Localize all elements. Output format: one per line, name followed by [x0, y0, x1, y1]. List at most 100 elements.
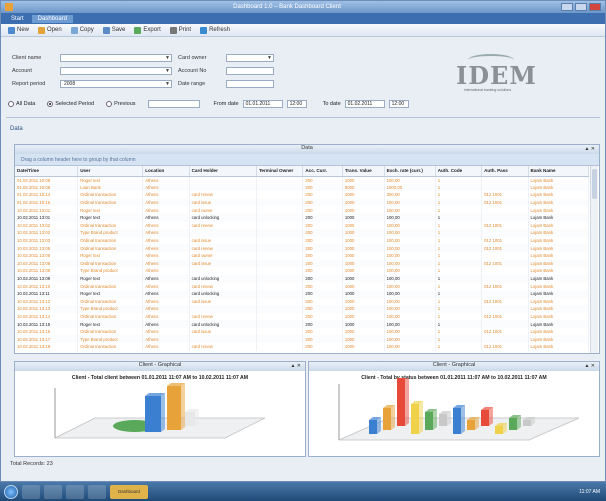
period-input[interactable] [147, 100, 200, 108]
table-cell [481, 320, 529, 328]
table-row[interactable]: 10.02.2011 13:17 Type Brand product Athens… [15, 335, 590, 344]
table-row[interactable]: 10.02.2011 13:13 Type Brand product Athens… [15, 305, 590, 313]
scroll-thumb[interactable] [592, 169, 597, 199]
table-cell: 10.02.2011 13:06 [15, 251, 79, 260]
table-row[interactable]: 10.02.2011 13:09 Roger text Athens card unl… [15, 274, 590, 283]
bar-2-side [405, 378, 409, 426]
table-row[interactable]: 10.02.2011 13:05 Ordinal transaction Athen… [15, 244, 590, 252]
table-cell: 10.02.2011 13:03 [15, 236, 79, 245]
table-row[interactable]: 10.02.2011 13:02 Ordinal transaction Athen… [15, 221, 590, 230]
panel-controls-icon[interactable]: ▲ ✕ [584, 363, 595, 369]
column-header[interactable]: Auth. Pass [481, 166, 529, 177]
table-row[interactable]: 10.02.2011 13:08 Ordinal transaction Athen… [15, 259, 590, 268]
column-header[interactable]: Terminal Owner [256, 166, 304, 177]
account-no-field[interactable] [226, 67, 274, 75]
account-select[interactable]: ▼ [60, 67, 172, 75]
toolbar-button-refresh[interactable]: Refresh [197, 26, 233, 34]
group-by-bar[interactable]: Drag a column header here to group by th… [15, 154, 599, 166]
maximize-button[interactable] [575, 3, 587, 11]
table-cell: 1000 [342, 297, 385, 306]
breadcrumb[interactable]: Data [10, 126, 23, 132]
window-title: Dashboard 1.0 – Bank Dashboard Client [233, 4, 341, 10]
table-row[interactable]: 10.02.2011 13:02 Type Brand product Athens… [15, 229, 590, 237]
table-row[interactable]: 10.02.2011 13:03 Ordinal transaction Athen… [15, 236, 590, 245]
title-bar: Dashboard 1.0 – Bank Dashboard Client [1, 1, 605, 13]
panel-controls-icon[interactable]: ▲ ✕ [584, 146, 595, 152]
close-button[interactable] [589, 3, 601, 11]
table-cell: 1000 [342, 305, 385, 313]
start-button[interactable] [4, 484, 18, 499]
menu-tab-dashboard[interactable]: Dashboard [31, 14, 74, 23]
toolbar-button-save[interactable]: Save [100, 26, 129, 34]
table-cell: Roger text [77, 274, 144, 283]
table-row[interactable]: 10.02.2011 13:08 Type Brand product Athens… [15, 267, 590, 275]
radio-all-data[interactable]: All Data [8, 101, 35, 107]
bar-5 [439, 414, 447, 426]
client-name-select[interactable]: ▼ [60, 54, 172, 62]
column-header[interactable]: Date/Time [15, 166, 79, 177]
toolbar-button-print[interactable]: Print [167, 26, 194, 34]
table-cell [481, 335, 529, 344]
table-cell: Lojam Bank [528, 206, 590, 214]
table-cell: Lojam Bank [528, 297, 590, 306]
table-row[interactable]: 10.02.2011 13:10 Ordinal transaction Athen… [15, 282, 590, 290]
taskbar-app-icon[interactable] [66, 484, 84, 499]
column-header[interactable]: User [77, 166, 144, 177]
taskbar-app-icon[interactable] [22, 484, 40, 499]
table-cell: 1 [435, 259, 483, 268]
from-date-picker[interactable]: 01.01.2011 [242, 100, 283, 108]
table-row[interactable]: 10.02.2011 13:18 Ordinal transaction Athen… [15, 343, 590, 351]
toolbar-button-export[interactable]: Export [131, 26, 163, 34]
minimize-button[interactable] [561, 3, 573, 11]
table-cell: Athens [142, 213, 190, 222]
table-cell: Ordinal transaction [77, 198, 144, 207]
table-row[interactable]: 10.02.2011 13:01 Roger text Athens card unl… [15, 213, 590, 222]
column-header[interactable]: Location [142, 166, 190, 177]
taskbar-app-icon[interactable] [88, 484, 106, 499]
table-cell: card owner [189, 251, 257, 260]
table-cell: 1 [435, 221, 483, 230]
table-row[interactable]: 10.02.2011 13:06 Roger text Athens card own… [15, 251, 590, 260]
to-time-picker[interactable]: 12:00 [388, 100, 409, 108]
date-range-field[interactable] [226, 80, 274, 88]
column-header[interactable]: Trans. Value [342, 166, 385, 177]
vertical-scrollbar[interactable] [590, 166, 598, 353]
table-row[interactable]: 01.02.2011 10:15 Ordinal transaction Athen… [15, 198, 590, 207]
table-cell: 200 [302, 282, 343, 290]
table-row[interactable]: 10.02.2011 13:14 Ordinal transaction Athen… [15, 312, 590, 321]
radio-selected-period[interactable]: Selected Period [47, 101, 94, 107]
column-header[interactable]: Auth. Code [435, 166, 483, 177]
table-cell: 01.02.2011 10:08 [15, 176, 79, 184]
table-row[interactable]: 01.02.2011 10:08 Loan Bank Athens 200 5000 10… [15, 183, 590, 192]
table-row[interactable]: 10.02.2011 13:12 Ordinal transaction Athen… [15, 297, 590, 306]
toolbar-button-new[interactable]: New [5, 26, 32, 34]
column-header[interactable]: Bank Name [528, 166, 590, 177]
table-cell: card renew [189, 221, 257, 230]
table-cell: Lojam Bank [528, 176, 590, 184]
table-row[interactable]: 01.02.2011 10:08 Roger text Athens 200 1000 1… [15, 176, 590, 184]
copy-icon [70, 26, 78, 34]
table-row[interactable]: 10.02.2011 13:01 Roger text Athens card own… [15, 206, 590, 214]
column-header[interactable]: Card Holder [189, 166, 257, 177]
column-header[interactable]: Acc. Curr. [302, 166, 343, 177]
table-row[interactable]: 01.02.2011 10:14 Ordinal transaction Athen… [15, 191, 590, 199]
taskbar-active-app[interactable]: Dashboard [110, 484, 148, 499]
radio-previous[interactable]: Previous [106, 101, 136, 107]
menu-tab-start[interactable]: Start [5, 15, 30, 23]
toolbar-button-copy[interactable]: Copy [68, 26, 97, 34]
card-owner-select[interactable]: ▼ [226, 54, 274, 62]
table-cell: 1000 [342, 176, 385, 184]
table-cell [189, 183, 257, 192]
table-row[interactable]: 10.02.2011 13:16 Ordinal transaction Athen… [15, 327, 590, 336]
taskbar-app-icon[interactable] [44, 484, 62, 499]
column-header[interactable]: Exch. rate (curr.) [384, 166, 436, 177]
toolbar-button-open[interactable]: Open [35, 26, 65, 34]
from-time-picker[interactable]: 12:00 [286, 100, 307, 108]
table-cell: 200 [302, 236, 343, 245]
report-period-select[interactable]: 2008 ▼ [60, 80, 172, 88]
to-date-picker[interactable]: 01.02.2011 [344, 100, 385, 108]
table-row[interactable]: 10.02.2011 13:15 Roger text Athens card unl… [15, 320, 590, 328]
table-row[interactable]: 10.02.2011 13:11 Roger text Athens card unl… [15, 289, 590, 298]
table-cell: 1000 [342, 198, 385, 207]
panel-controls-icon[interactable]: ▲ ✕ [290, 363, 301, 369]
